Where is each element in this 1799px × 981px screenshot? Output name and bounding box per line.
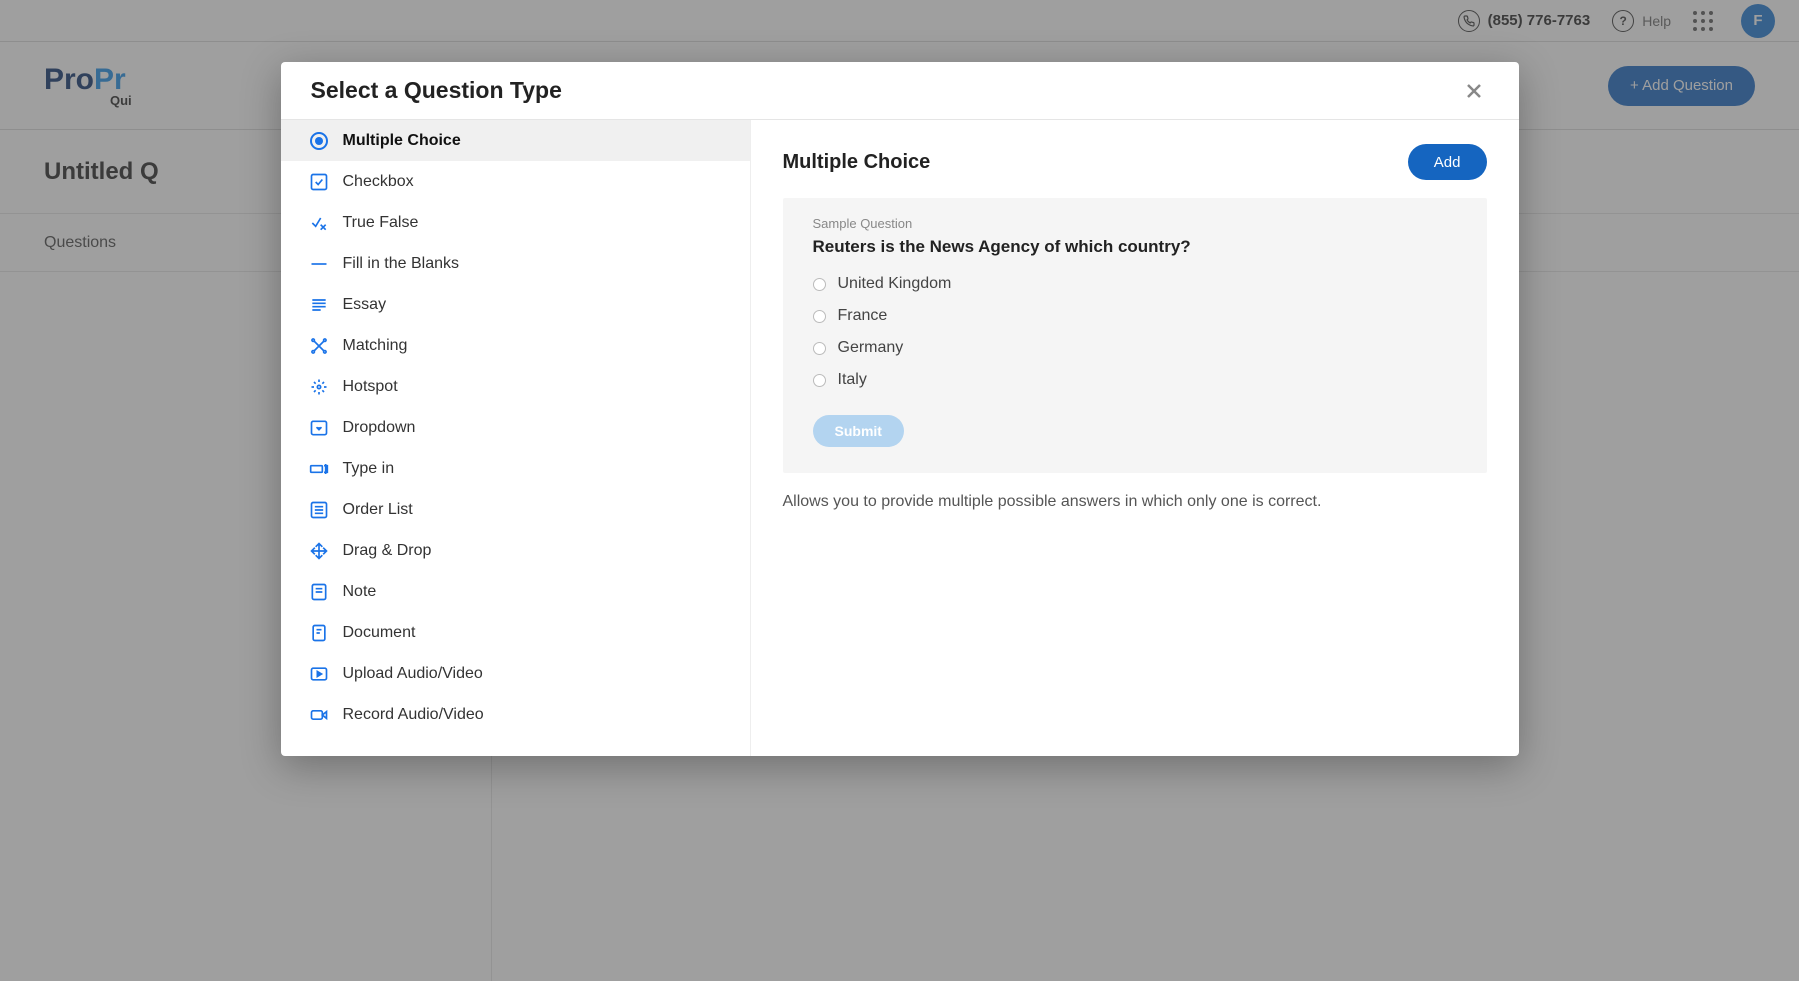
add-button[interactable]: Add bbox=[1408, 144, 1487, 180]
line-icon bbox=[309, 254, 329, 274]
option-row[interactable]: Italy bbox=[813, 371, 1457, 389]
option-label: Germany bbox=[838, 339, 904, 357]
qtype-item-hotspot[interactable]: Hotspot bbox=[281, 366, 750, 407]
modal-header: Select a Question Type bbox=[281, 62, 1519, 120]
qtype-item-order-list[interactable]: Order List bbox=[281, 489, 750, 530]
qtype-label: Upload Audio/Video bbox=[343, 665, 483, 683]
qtype-label: Hotspot bbox=[343, 378, 398, 396]
hotspot-icon bbox=[309, 377, 329, 397]
qtype-label: True False bbox=[343, 214, 419, 232]
record-icon bbox=[309, 705, 329, 725]
upload-icon bbox=[309, 664, 329, 684]
preview-header: Multiple Choice Add bbox=[783, 144, 1487, 180]
question-type-list[interactable]: Multiple Choice Checkbox True False Fill in… bbox=[281, 120, 751, 756]
radio-icon[interactable] bbox=[813, 374, 826, 387]
qtype-item-multiple-choice[interactable]: Multiple Choice bbox=[281, 120, 750, 161]
qtype-label: Order List bbox=[343, 501, 413, 519]
submit-button: Submit bbox=[813, 415, 904, 447]
qtype-label: Note bbox=[343, 583, 377, 601]
radio-icon[interactable] bbox=[813, 342, 826, 355]
qtype-label: Type in bbox=[343, 460, 395, 478]
qtype-label: Record Audio/Video bbox=[343, 706, 484, 724]
preview-pane: Multiple Choice Add Sample Question Reut… bbox=[751, 120, 1519, 756]
essay-icon bbox=[309, 295, 329, 315]
radio-icon[interactable] bbox=[813, 278, 826, 291]
qtype-item-matching[interactable]: Matching bbox=[281, 325, 750, 366]
qtype-label: Document bbox=[343, 624, 416, 642]
radio-icon[interactable] bbox=[813, 310, 826, 323]
qtype-item-type-in[interactable]: Type in bbox=[281, 448, 750, 489]
qtype-label: Checkbox bbox=[343, 173, 414, 191]
modal-body: Multiple Choice Checkbox True False Fill in… bbox=[281, 120, 1519, 756]
qtype-item-drag-drop[interactable]: Drag & Drop bbox=[281, 530, 750, 571]
sample-question: Reuters is the News Agency of which coun… bbox=[813, 237, 1457, 257]
qtype-label: Multiple Choice bbox=[343, 132, 461, 150]
qtype-item-true-false[interactable]: True False bbox=[281, 202, 750, 243]
modal-overlay: Select a Question Type Multiple Choice Ch… bbox=[0, 0, 1799, 981]
orderlist-icon bbox=[309, 500, 329, 520]
qtype-item-fill-blanks[interactable]: Fill in the Blanks bbox=[281, 243, 750, 284]
qtype-item-dropdown[interactable]: Dropdown bbox=[281, 407, 750, 448]
modal: Select a Question Type Multiple Choice Ch… bbox=[281, 62, 1519, 756]
radio-icon bbox=[309, 131, 329, 151]
qtype-label: Dropdown bbox=[343, 419, 416, 437]
typein-icon bbox=[309, 459, 329, 479]
option-label: Italy bbox=[838, 371, 867, 389]
preview-title: Multiple Choice bbox=[783, 151, 931, 174]
option-label: France bbox=[838, 307, 888, 325]
checkbox-icon bbox=[309, 172, 329, 192]
option-row[interactable]: Germany bbox=[813, 339, 1457, 357]
option-row[interactable]: United Kingdom bbox=[813, 275, 1457, 293]
truefalse-icon bbox=[309, 213, 329, 233]
qtype-item-record-av[interactable]: Record Audio/Video bbox=[281, 694, 750, 735]
qtype-item-note[interactable]: Note bbox=[281, 571, 750, 612]
modal-title: Select a Question Type bbox=[311, 77, 562, 104]
matching-icon bbox=[309, 336, 329, 356]
preview-description: Allows you to provide multiple possible … bbox=[783, 493, 1487, 511]
sample-label: Sample Question bbox=[813, 216, 1457, 231]
qtype-item-upload-av[interactable]: Upload Audio/Video bbox=[281, 653, 750, 694]
qtype-item-checkbox[interactable]: Checkbox bbox=[281, 161, 750, 202]
note-icon bbox=[309, 582, 329, 602]
sample-card: Sample Question Reuters is the News Agen… bbox=[783, 198, 1487, 473]
close-icon[interactable] bbox=[1459, 76, 1489, 106]
document-icon bbox=[309, 623, 329, 643]
qtype-label: Matching bbox=[343, 337, 408, 355]
option-row[interactable]: France bbox=[813, 307, 1457, 325]
dropdown-icon bbox=[309, 418, 329, 438]
qtype-label: Essay bbox=[343, 296, 387, 314]
qtype-item-document[interactable]: Document bbox=[281, 612, 750, 653]
option-label: United Kingdom bbox=[838, 275, 952, 293]
qtype-label: Drag & Drop bbox=[343, 542, 432, 560]
qtype-label: Fill in the Blanks bbox=[343, 255, 460, 273]
dragdrop-icon bbox=[309, 541, 329, 561]
qtype-item-essay[interactable]: Essay bbox=[281, 284, 750, 325]
